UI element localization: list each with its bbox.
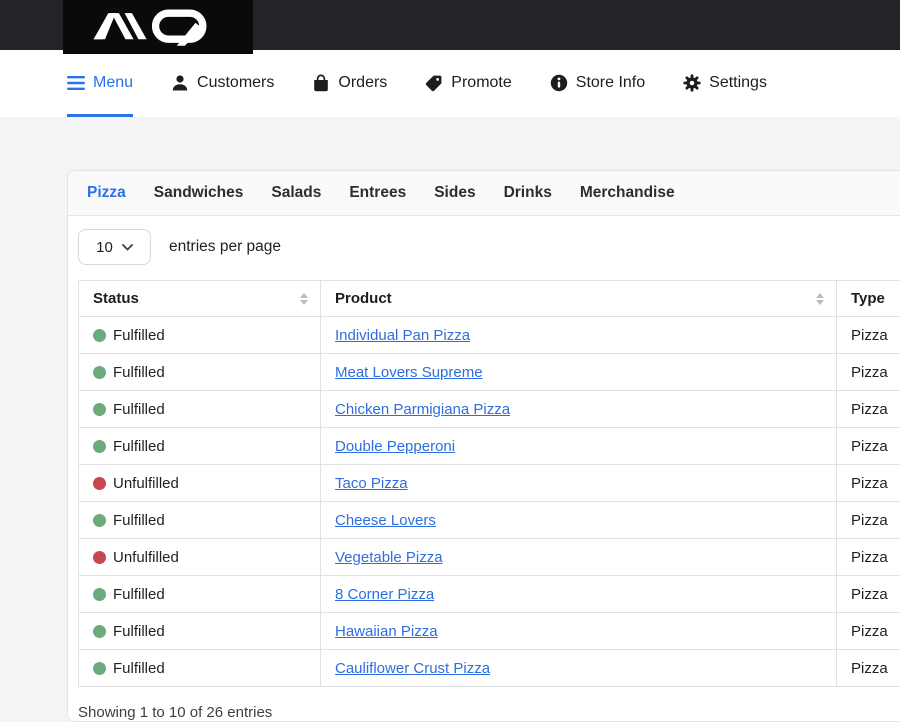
- tab-merchandise[interactable]: Merchandise: [580, 184, 675, 202]
- pagination-summary: Showing 1 to 10 of 26 entries: [78, 704, 900, 721]
- category-tabs: Pizza Sandwiches Salads Entrees Sides Dr…: [68, 171, 900, 216]
- table-row: Fulfilled Cheese Lovers Pizza: [79, 502, 900, 539]
- product-link[interactable]: Meat Lovers Supreme: [335, 364, 483, 381]
- type-cell: Pizza: [837, 354, 900, 391]
- nav-item-orders[interactable]: Orders: [312, 50, 387, 117]
- status-dot: [93, 625, 106, 638]
- menu-card: Pizza Sandwiches Salads Entrees Sides Dr…: [67, 170, 900, 722]
- entries-per-page-label: entries per page: [169, 238, 281, 256]
- nav-item-label: Customers: [197, 74, 274, 92]
- type-cell: Pizza: [837, 613, 900, 650]
- status-label: Unfulfilled: [113, 475, 179, 492]
- nav-item-promote[interactable]: Promote: [425, 50, 511, 117]
- product-link[interactable]: Cauliflower Crust Pizza: [335, 660, 490, 677]
- main-nav: Menu Customers Orders Promote: [0, 50, 900, 117]
- tab-sides[interactable]: Sides: [434, 184, 475, 202]
- type-cell: Pizza: [837, 391, 900, 428]
- chevron-down-icon: [122, 244, 133, 251]
- nav-item-store-info[interactable]: Store Info: [550, 50, 645, 117]
- product-link[interactable]: Cheese Lovers: [335, 512, 436, 529]
- table-row: Fulfilled 8 Corner Pizza Pizza: [79, 576, 900, 613]
- status-label: Fulfilled: [113, 438, 165, 455]
- table-row: Fulfilled Meat Lovers Supreme Pizza: [79, 354, 900, 391]
- status-label: Fulfilled: [113, 623, 165, 640]
- status-label: Unfulfilled: [113, 549, 179, 566]
- product-link[interactable]: Individual Pan Pizza: [335, 327, 470, 344]
- table-row: Unfulfilled Taco Pizza Pizza: [79, 465, 900, 502]
- product-link[interactable]: Double Pepperoni: [335, 438, 455, 455]
- column-label: Type: [851, 290, 885, 307]
- status-dot: [93, 329, 106, 342]
- products-table: Status Product Type: [78, 280, 900, 687]
- status-label: Fulfilled: [113, 586, 165, 603]
- column-label: Status: [93, 290, 139, 307]
- table-row: Fulfilled Chicken Parmigiana Pizza Pizza: [79, 391, 900, 428]
- person-icon: [171, 74, 189, 92]
- type-cell: Pizza: [837, 428, 900, 465]
- table-row: Fulfilled Cauliflower Crust Pizza Pizza: [79, 650, 900, 687]
- sort-icon[interactable]: [816, 293, 824, 305]
- status-dot: [93, 440, 106, 453]
- nav-item-label: Settings: [709, 74, 767, 92]
- page-size-select[interactable]: 10: [78, 229, 151, 265]
- gear-icon: [683, 74, 701, 92]
- nav-item-menu[interactable]: Menu: [67, 50, 133, 117]
- bag-icon: [312, 74, 330, 92]
- type-cell: Pizza: [837, 317, 900, 354]
- top-bar: [0, 0, 900, 50]
- table-row: Fulfilled Double Pepperoni Pizza: [79, 428, 900, 465]
- tab-entrees[interactable]: Entrees: [349, 184, 406, 202]
- status-dot: [93, 477, 106, 490]
- brand-logo[interactable]: [63, 0, 253, 54]
- card-body: 10 entries per page Status: [68, 216, 900, 721]
- table-row: Unfulfilled Vegetable Pizza Pizza: [79, 539, 900, 576]
- type-cell: Pizza: [837, 465, 900, 502]
- status-dot: [93, 514, 106, 527]
- product-link[interactable]: Taco Pizza: [335, 475, 408, 492]
- hamburger-icon: [67, 75, 85, 91]
- product-link[interactable]: 8 Corner Pizza: [335, 586, 434, 603]
- page-size-value: 10: [96, 239, 113, 256]
- entries-per-page-row: 10 entries per page: [78, 229, 900, 265]
- nav-item-label: Store Info: [576, 74, 645, 92]
- status-label: Fulfilled: [113, 364, 165, 381]
- product-link[interactable]: Chicken Parmigiana Pizza: [335, 401, 510, 418]
- tab-pizza[interactable]: Pizza: [87, 184, 126, 202]
- type-cell: Pizza: [837, 650, 900, 687]
- status-dot: [93, 662, 106, 675]
- product-link[interactable]: Hawaiian Pizza: [335, 623, 438, 640]
- sort-icon[interactable]: [300, 293, 308, 305]
- status-label: Fulfilled: [113, 512, 165, 529]
- column-header-type[interactable]: Type: [837, 281, 900, 317]
- tab-salads[interactable]: Salads: [271, 184, 321, 202]
- status-dot: [93, 403, 106, 416]
- tag-icon: [425, 74, 443, 92]
- type-cell: Pizza: [837, 576, 900, 613]
- type-cell: Pizza: [837, 539, 900, 576]
- status-label: Fulfilled: [113, 660, 165, 677]
- nav-item-label: Menu: [93, 74, 133, 92]
- table-row: Fulfilled Individual Pan Pizza Pizza: [79, 317, 900, 354]
- status-dot: [93, 366, 106, 379]
- column-header-status[interactable]: Status: [79, 281, 321, 317]
- tab-sandwiches[interactable]: Sandwiches: [154, 184, 244, 202]
- info-icon: [550, 74, 568, 92]
- status-dot: [93, 551, 106, 564]
- product-link[interactable]: Vegetable Pizza: [335, 549, 443, 566]
- nav-item-label: Promote: [451, 74, 511, 92]
- tab-drinks[interactable]: Drinks: [504, 184, 552, 202]
- nav-item-customers[interactable]: Customers: [171, 50, 274, 117]
- status-label: Fulfilled: [113, 327, 165, 344]
- type-cell: Pizza: [837, 502, 900, 539]
- status-dot: [93, 588, 106, 601]
- aiq-logo-icon: [78, 5, 238, 49]
- column-header-product[interactable]: Product: [321, 281, 837, 317]
- column-label: Product: [335, 290, 392, 307]
- status-label: Fulfilled: [113, 401, 165, 418]
- table-row: Fulfilled Hawaiian Pizza Pizza: [79, 613, 900, 650]
- nav-item-settings[interactable]: Settings: [683, 50, 767, 117]
- nav-item-label: Orders: [338, 74, 387, 92]
